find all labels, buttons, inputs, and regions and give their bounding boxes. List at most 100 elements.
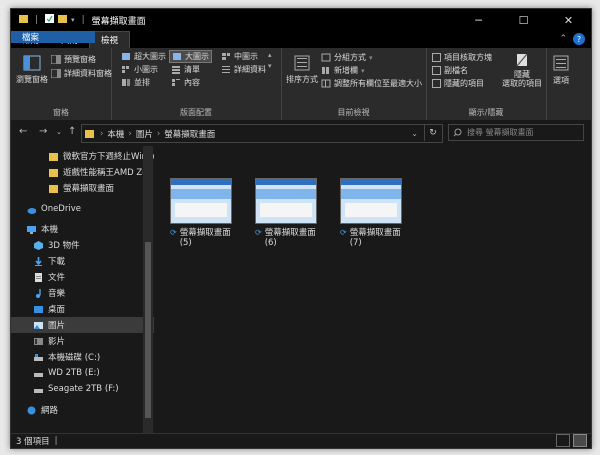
sync-icon: ⟳ — [340, 228, 347, 237]
sidebar-item-label: 3D 物件 — [48, 241, 80, 251]
sidebar-scrollbar[interactable] — [143, 146, 153, 433]
folder-icon — [85, 130, 94, 138]
sidebar-item-3d-objects[interactable]: 3D 物件 — [11, 237, 164, 253]
image-thumbnail — [170, 178, 232, 224]
close-button[interactable]: ✕ — [546, 9, 591, 31]
forward-button[interactable]: → — [39, 126, 47, 137]
sidebar-item-this-pc[interactable]: 本機 — [11, 221, 157, 237]
layout-option-label: 中圖示 — [234, 52, 258, 61]
sidebar-item-label: 圖片 — [48, 321, 66, 331]
layout-medium-icons[interactable]: 中圖示 — [221, 51, 258, 62]
sidebar-item-onedrive[interactable]: OneDrive — [11, 201, 157, 217]
sidebar-item-drive-e[interactable]: WD 2TB (E:) — [11, 365, 164, 381]
breadcrumb-screenshots[interactable]: 螢幕擷取畫面 — [164, 128, 215, 140]
drive-icon — [34, 372, 43, 377]
refresh-button[interactable]: ↻ — [424, 124, 441, 141]
breadcrumb-pictures[interactable]: 圖片 — [136, 128, 153, 140]
file-name: 螢幕擷取畫面 (7) — [349, 228, 401, 248]
sidebar-item-pictures[interactable]: 圖片 — [11, 317, 164, 333]
sidebar-item-label: 網路 — [41, 406, 59, 416]
sidebar-item-downloads[interactable]: 下載 — [11, 253, 164, 269]
layout-option-label: 小圖示 — [134, 65, 158, 74]
hide-selected-button[interactable]: 隱藏 選取的項目 — [500, 52, 544, 88]
details-view-button[interactable] — [556, 434, 570, 447]
sidebar-item-label: OneDrive — [41, 204, 81, 214]
pictures-icon — [34, 321, 43, 329]
sidebar-item-label: Seagate 2TB (F:) — [48, 384, 119, 394]
up-button[interactable]: ↑ — [68, 126, 76, 137]
layout-list[interactable]: 清單 — [171, 64, 200, 75]
hidden-items-label: 隱藏的項目 — [444, 79, 484, 88]
properties-icon[interactable] — [45, 14, 55, 26]
layout-extra-large-icons[interactable]: 超大圖示 — [121, 51, 166, 62]
ribbon-tabs: 檔案 常用 共用 檢視 ⌃ ? — [11, 31, 591, 48]
add-columns-button[interactable]: 新增欄 ▾ — [321, 65, 365, 76]
group-by-label: 分組方式 — [334, 53, 366, 62]
hidden-items-toggle[interactable]: 隱藏的項目 — [432, 78, 484, 89]
address-bar[interactable]: › 本機 › 圖片 › 螢幕擷取畫面 ⌄ — [81, 124, 443, 143]
quick-access-dropdown-icon[interactable]: ▾ — [71, 16, 75, 24]
sidebar-item-desktop[interactable]: 桌面 — [11, 301, 164, 317]
item-checkboxes-toggle[interactable]: 項目核取方塊 — [432, 52, 492, 63]
file-item[interactable]: ⟳ 螢幕擷取畫面 (7) — [340, 178, 402, 248]
sidebar-item-music[interactable]: 音樂 — [11, 285, 164, 301]
hide-selected-label: 隱藏 選取的項目 — [502, 70, 542, 88]
layout-tiles[interactable]: 並排 — [121, 77, 150, 88]
tab-view[interactable]: 檢視 — [89, 31, 131, 48]
file-extensions-label: 副檔名 — [444, 66, 468, 75]
navigation-pane: 微軟官方下週終止Window 遊戲性能稱王AMD Zen 3全 螢幕擷取畫面 O… — [11, 146, 169, 433]
scrollbar-thumb[interactable] — [145, 242, 151, 418]
sidebar-item-label: 本機磁碟 (C:) — [48, 353, 101, 363]
tab-file[interactable]: 檔案 — [11, 31, 95, 43]
help-icon[interactable]: ? — [573, 33, 585, 45]
breadcrumb-separator: › — [156, 128, 161, 139]
medium-icons-icon — [222, 53, 230, 60]
collapse-ribbon-icon[interactable]: ⌃ — [559, 34, 567, 44]
checkbox[interactable] — [432, 66, 441, 75]
minimize-button[interactable]: ─ — [456, 9, 501, 31]
size-all-columns-button[interactable]: 調整所有欄位至最適大小 — [321, 78, 422, 89]
scroll-up-icon[interactable]: ▴ — [268, 51, 272, 59]
ribbon: 瀏覽窗格 預覽窗格 詳細資料窗格 窗格 超大圖示 大圖示 中圖示 小圖示 清單 … — [11, 48, 591, 121]
layout-option-label: 並排 — [134, 78, 150, 87]
layout-small-icons[interactable]: 小圖示 — [121, 64, 158, 75]
file-item[interactable]: ⟳ 螢幕擷取畫面 (6) — [255, 178, 317, 248]
sidebar-item-drive-c[interactable]: 本機磁碟 (C:) — [11, 349, 164, 365]
checkbox[interactable] — [432, 53, 441, 62]
breadcrumb-this-pc[interactable]: 本機 — [107, 128, 124, 140]
preview-pane-button[interactable]: 預覽窗格 — [51, 54, 96, 65]
address-dropdown-icon[interactable]: ⌄ — [411, 129, 418, 138]
sidebar-item-network[interactable]: 網路 — [11, 402, 157, 418]
sidebar-item-label: 文件 — [48, 273, 66, 283]
layout-scroll-buttons[interactable]: ▴ ▾ — [268, 51, 272, 70]
size-columns-icon — [321, 79, 331, 88]
layout-details[interactable]: 詳細資料 — [221, 64, 266, 75]
navigation-pane-button[interactable]: 瀏覽窗格 — [15, 54, 49, 85]
large-icons-view-button[interactable] — [573, 434, 587, 447]
file-item[interactable]: ⟳ 螢幕擷取畫面 (5) — [170, 178, 232, 248]
layout-large-icons[interactable]: 大圖示 — [169, 50, 212, 63]
ribbon-group-panes: 瀏覽窗格 預覽窗格 詳細資料窗格 窗格 — [11, 48, 112, 120]
recent-locations-button[interactable]: ⌄ — [56, 128, 62, 136]
image-thumbnail — [255, 178, 317, 224]
sidebar-item-videos[interactable]: 影片 — [11, 333, 164, 349]
details-pane-button[interactable]: 詳細資料窗格 — [51, 68, 112, 79]
drive-icon — [34, 388, 43, 393]
sidebar-item-documents[interactable]: 文件 — [11, 269, 164, 285]
options-button[interactable]: 選項 — [552, 54, 570, 86]
checkbox[interactable] — [432, 79, 441, 88]
folder-icon — [49, 184, 58, 193]
cube-icon — [34, 240, 43, 250]
search-box[interactable]: 搜尋 螢幕擷取畫面 — [448, 124, 584, 141]
new-folder-icon[interactable] — [58, 14, 68, 26]
back-button[interactable]: ← — [19, 126, 27, 137]
scroll-down-icon[interactable]: ▾ — [268, 62, 272, 70]
group-by-button[interactable]: 分組方式 ▾ — [321, 52, 373, 63]
preview-pane-icon — [51, 55, 61, 64]
layout-content[interactable]: 內容 — [171, 77, 200, 88]
layout-option-label: 超大圖示 — [134, 52, 166, 61]
file-extensions-toggle[interactable]: 副檔名 — [432, 65, 468, 76]
sidebar-item-drive-f[interactable]: Seagate 2TB (F:) — [11, 381, 164, 397]
sort-by-button[interactable]: 排序方式 — [285, 54, 319, 85]
maximize-button[interactable]: ☐ — [501, 9, 546, 31]
